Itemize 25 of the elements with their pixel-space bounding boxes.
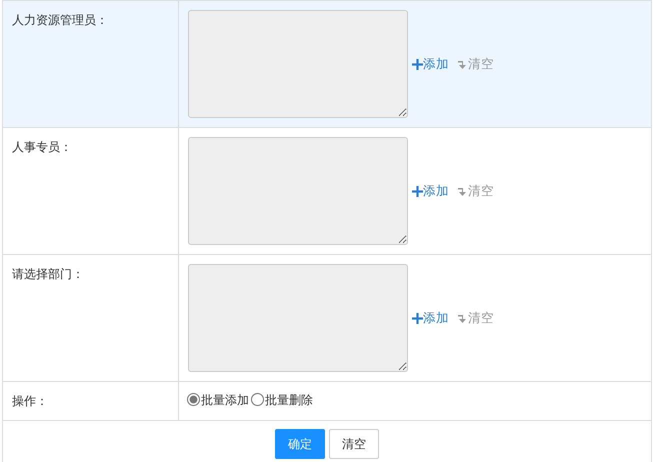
plus-icon <box>412 186 423 196</box>
add-link[interactable]: 添加 <box>412 182 449 200</box>
add-link[interactable]: 添加 <box>412 308 449 328</box>
clear-link[interactable]: 清空 <box>457 182 494 200</box>
clear-button[interactable]: 清空 <box>329 429 379 459</box>
arrow-icon <box>457 312 468 324</box>
field-label: 请选择部门： <box>12 267 84 281</box>
field-label: 人事专员： <box>12 140 72 154</box>
clear-link[interactable]: 清空 <box>457 54 494 74</box>
option-label[interactable]: 批量删除 <box>265 390 313 409</box>
option-label[interactable]: 批量添加 <box>201 390 249 409</box>
text-area[interactable] <box>188 10 408 118</box>
arrow-icon <box>457 186 468 196</box>
plus-icon <box>412 58 423 70</box>
plus-icon <box>412 312 423 324</box>
field-label: 人力资源管理员： <box>12 13 108 27</box>
add-link[interactable]: 添加 <box>412 54 449 74</box>
radio-button[interactable] <box>251 393 264 406</box>
field-label: 操作： <box>12 394 48 408</box>
radio-button[interactable] <box>187 393 200 406</box>
clear-link[interactable]: 清空 <box>457 308 494 328</box>
confirm-button[interactable]: 确定 <box>275 429 325 459</box>
text-area[interactable] <box>188 264 408 372</box>
arrow-icon <box>457 58 468 70</box>
text-area[interactable] <box>188 137 408 245</box>
